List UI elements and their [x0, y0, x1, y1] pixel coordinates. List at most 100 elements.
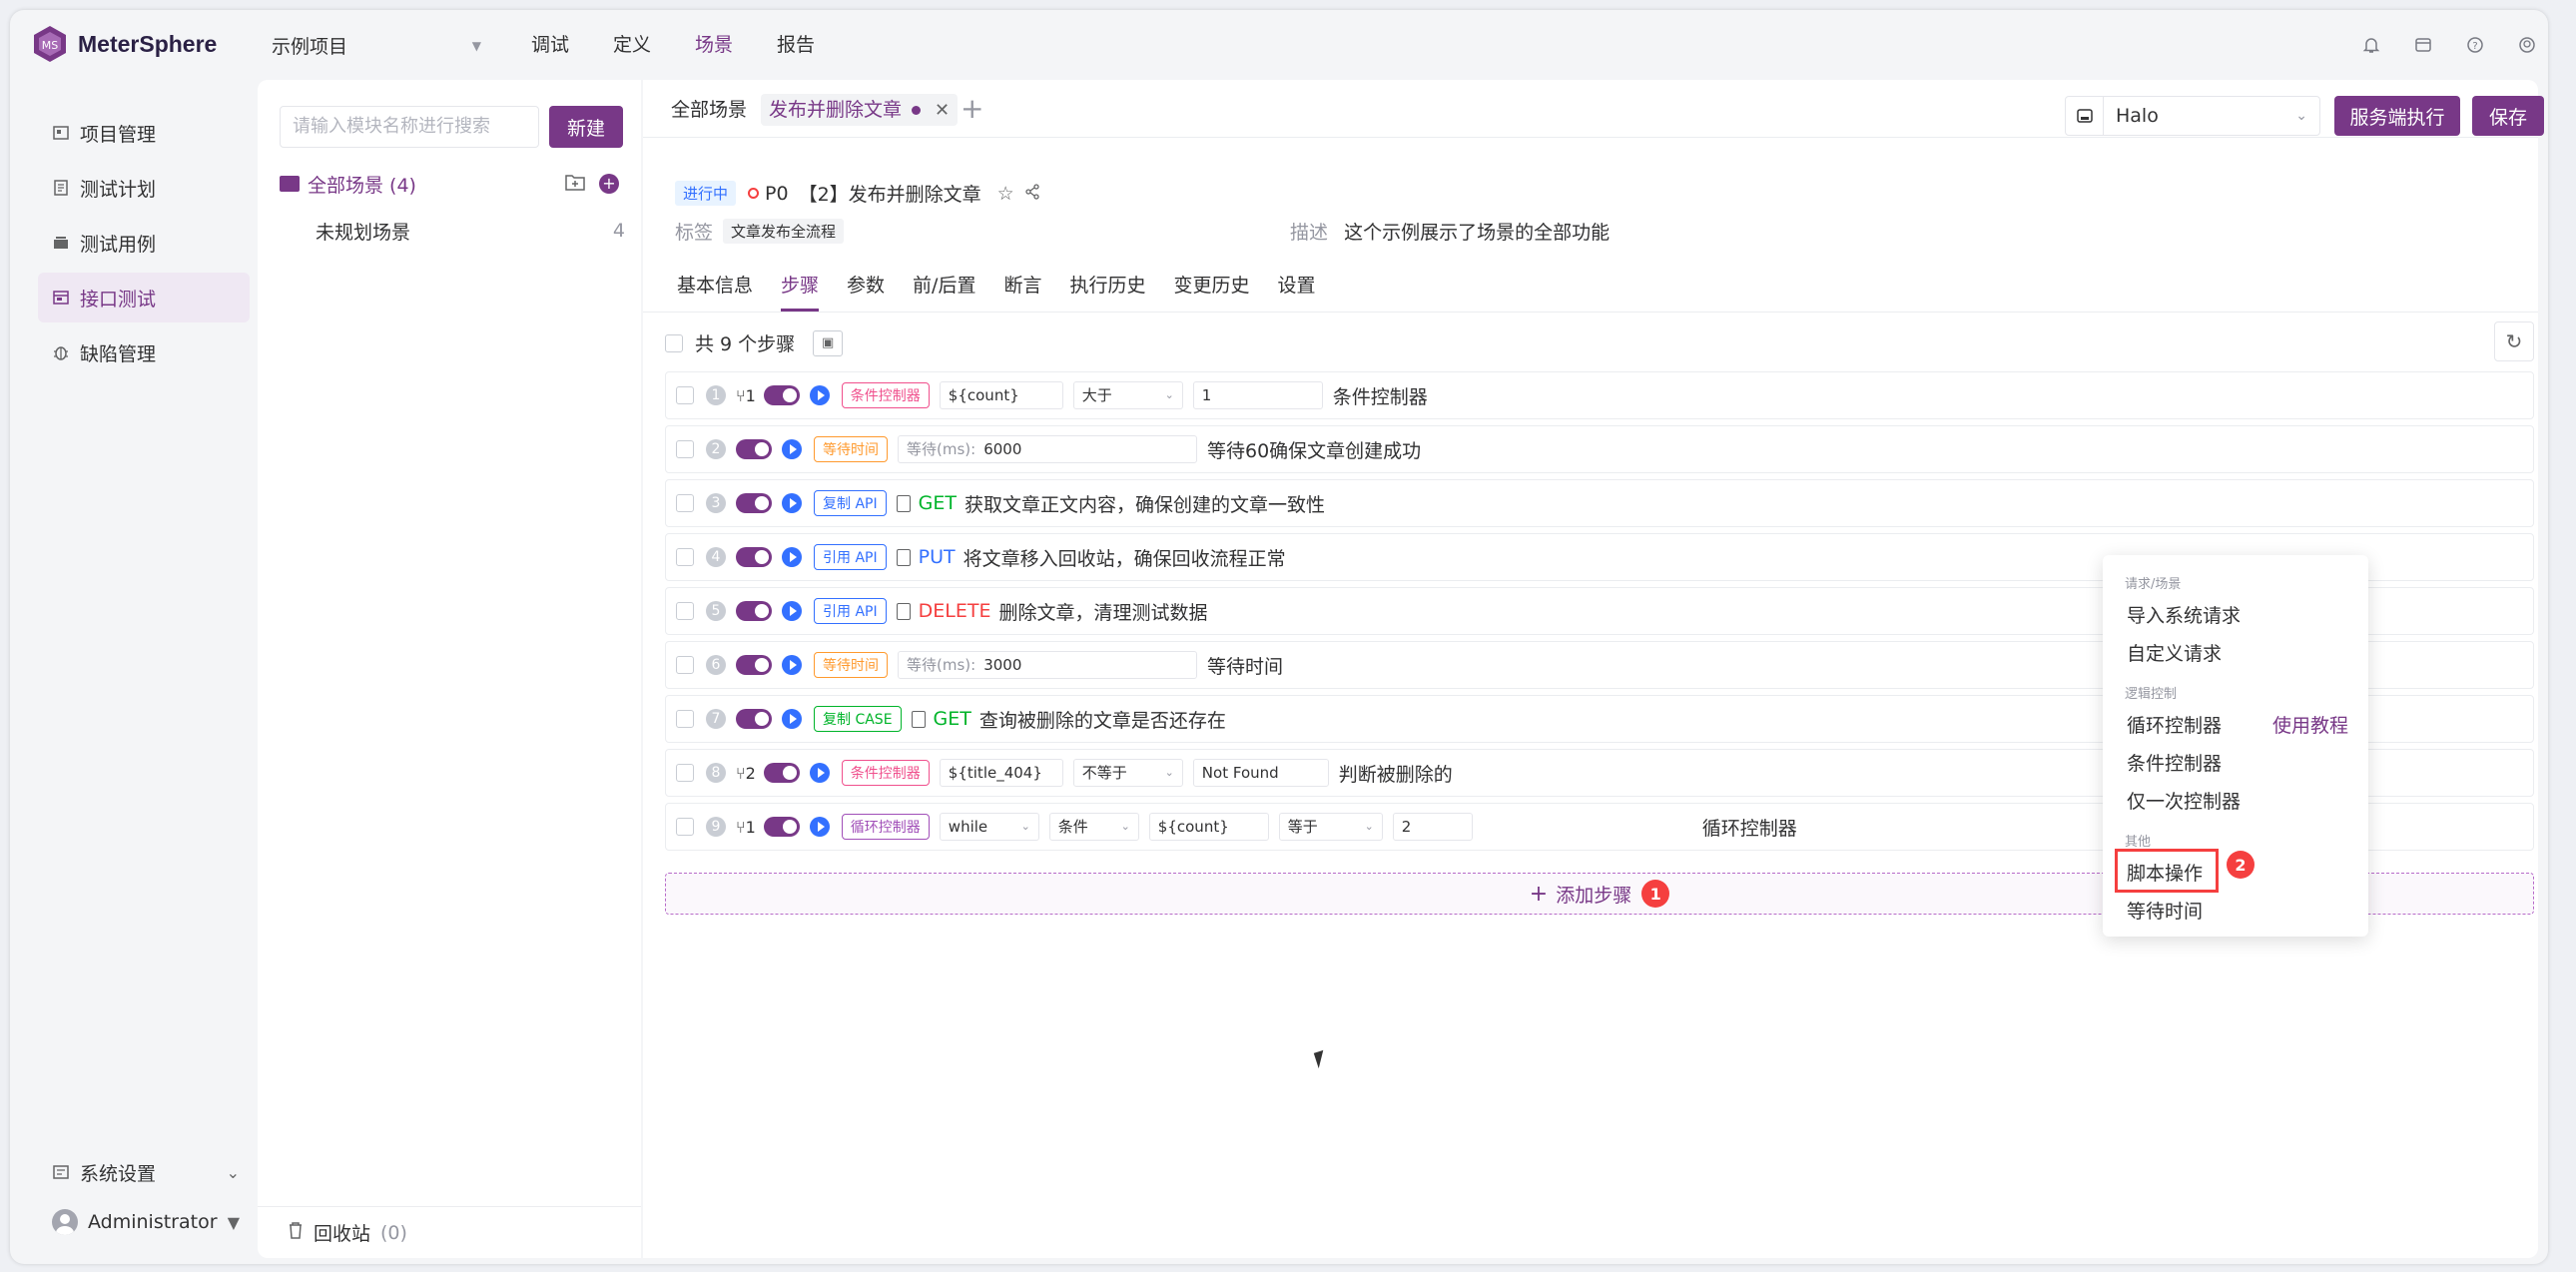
task-center-icon[interactable] — [2412, 34, 2434, 56]
loop-condition-select[interactable]: 条件 ⌄ — [1048, 813, 1139, 841]
environment-select[interactable]: Halo ⌄ — [2065, 96, 2320, 136]
sidebar-item-test-case[interactable]: 测试用例 — [38, 218, 250, 268]
close-icon[interactable]: ✕ — [935, 100, 950, 121]
operator-select[interactable]: 不等于 ⌄ — [1072, 759, 1183, 787]
star-icon[interactable]: ☆ — [997, 183, 1014, 205]
play-icon[interactable] — [782, 709, 802, 729]
tab-steps[interactable]: 步骤 — [767, 266, 833, 312]
step-checkbox[interactable] — [676, 386, 694, 404]
sidebar-item-project[interactable]: 项目管理 — [38, 108, 250, 158]
menu-item-script[interactable]: 脚本操作 — [2127, 859, 2203, 886]
step-row[interactable]: 3 复制 API GET 获取文章正文内容，确保创建的文章一致性 — [665, 479, 2534, 527]
condition-value-input[interactable]: 1 — [1192, 381, 1323, 409]
step-row[interactable]: 2 等待时间 等待(ms): 6000 等待60确保文章创建成功 — [665, 425, 2534, 473]
menu-item-wait-time[interactable]: 等待时间 — [2127, 897, 2203, 924]
step-checkbox[interactable] — [676, 818, 694, 836]
play-icon[interactable] — [809, 817, 830, 837]
menu-item-once-controller[interactable]: 仅一次控制器 — [2127, 787, 2241, 814]
tab-params[interactable]: 参数 — [833, 266, 899, 312]
nav-scenario[interactable]: 场景 — [673, 10, 755, 80]
play-icon[interactable] — [782, 493, 802, 513]
step-checkbox[interactable] — [676, 494, 694, 512]
tree-node-unplanned[interactable]: 未规划场景 4 — [316, 216, 625, 246]
tab-change-history[interactable]: 变更历史 — [1159, 266, 1263, 312]
loop-value-input[interactable]: 2 — [1392, 813, 1473, 841]
branch-icon[interactable]: ⑂2 — [736, 764, 756, 783]
help-icon[interactable]: ? — [2464, 34, 2486, 56]
loop-type-select[interactable]: while ⌄ — [939, 813, 1039, 841]
image-view-icon[interactable]: ▣ — [813, 329, 844, 356]
refresh-icon[interactable]: ↻ — [2494, 321, 2534, 361]
nav-definition[interactable]: 定义 — [591, 10, 673, 80]
github-icon[interactable] — [2516, 34, 2538, 56]
loop-operator-select[interactable]: 等于 ⌄ — [1278, 813, 1383, 841]
new-button[interactable]: 新建 — [549, 106, 623, 148]
bell-icon[interactable] — [2360, 34, 2382, 56]
step-checkbox[interactable] — [676, 656, 694, 674]
wait-ms-input[interactable]: 等待(ms): 6000 — [898, 435, 1197, 463]
branch-icon[interactable]: ⑂1 — [736, 386, 756, 405]
module-search-input[interactable]: 请输入模块名称进行搜索 — [280, 106, 539, 148]
play-icon[interactable] — [809, 385, 830, 405]
wait-ms-input[interactable]: 等待(ms): 3000 — [898, 651, 1197, 679]
step-number: 3 — [706, 493, 726, 513]
server-run-button[interactable]: 服务端执行 — [2334, 96, 2460, 136]
add-scenario-icon[interactable]: + — [599, 174, 619, 194]
nav-report[interactable]: 报告 — [755, 10, 837, 80]
condition-variable-input[interactable]: ${title_404} — [939, 759, 1063, 787]
tree-node-all-scenarios[interactable]: 全部场景 (4) + — [280, 166, 619, 202]
step-row[interactable]: 1 ⑂1 条件控制器 ${count} 大于 ⌄ 1 条件控制器 — [665, 371, 2534, 419]
tutorial-link[interactable]: 使用教程 — [2272, 711, 2348, 738]
step-checkbox[interactable] — [676, 602, 694, 620]
tab-assertions[interactable]: 断言 — [989, 266, 1055, 312]
step-checkbox[interactable] — [676, 710, 694, 728]
step-enable-toggle[interactable] — [736, 601, 772, 621]
step-enable-toggle[interactable] — [736, 709, 772, 729]
tab-settings[interactable]: 设置 — [1264, 266, 1330, 312]
step-enable-toggle[interactable] — [736, 547, 772, 567]
tab-all-scenarios[interactable]: 全部场景 — [663, 94, 755, 126]
project-select[interactable]: 示例项目 ▼ — [272, 32, 481, 59]
step-checkbox[interactable] — [676, 764, 694, 782]
menu-item-custom-request[interactable]: 自定义请求 — [2127, 639, 2222, 666]
sidebar-item-test-plan[interactable]: 测试计划 — [38, 163, 250, 213]
tab-basic-info[interactable]: 基本信息 — [663, 266, 767, 312]
tab-pre-post[interactable]: 前/后置 — [899, 266, 989, 312]
play-icon[interactable] — [782, 547, 802, 567]
sidebar-item-api-test[interactable]: 接口测试 — [38, 273, 250, 322]
save-button[interactable]: 保存 — [2472, 96, 2544, 136]
sidebar-system-settings[interactable]: 系统设置 ⌄ — [38, 1150, 250, 1194]
step-enable-toggle[interactable] — [763, 385, 800, 405]
menu-group-request: 请求/场景 — [2125, 577, 2182, 592]
play-icon[interactable] — [782, 655, 802, 675]
add-tab-icon[interactable]: + — [961, 92, 983, 125]
step-enable-toggle[interactable] — [763, 817, 800, 837]
nav-debug[interactable]: 调试 — [509, 10, 591, 80]
desc-text: 这个示例展示了场景的全部功能 — [1344, 222, 1610, 244]
sidebar-item-bug[interactable]: 缺陷管理 — [38, 327, 250, 377]
menu-item-loop-controller[interactable]: 循环控制器 — [2127, 711, 2222, 738]
recycle-bin[interactable]: 回收站 (0) — [258, 1206, 641, 1258]
add-folder-icon[interactable] — [565, 173, 585, 196]
tab-current-scenario[interactable]: 发布并删除文章 ✕ — [761, 94, 959, 126]
branch-icon[interactable]: ⑂1 — [736, 818, 756, 837]
play-icon[interactable] — [809, 763, 830, 783]
menu-item-condition-controller[interactable]: 条件控制器 — [2127, 749, 2222, 776]
step-checkbox[interactable] — [676, 548, 694, 566]
condition-variable-input[interactable]: ${count} — [939, 381, 1063, 409]
step-enable-toggle[interactable] — [736, 439, 772, 459]
play-icon[interactable] — [782, 601, 802, 621]
step-enable-toggle[interactable] — [736, 655, 772, 675]
play-icon[interactable] — [782, 439, 802, 459]
step-checkbox[interactable] — [676, 440, 694, 458]
condition-value-input[interactable]: Not Found — [1192, 759, 1329, 787]
share-icon[interactable] — [1024, 183, 1040, 205]
tab-exec-history[interactable]: 执行历史 — [1055, 266, 1159, 312]
step-enable-toggle[interactable] — [736, 493, 772, 513]
step-enable-toggle[interactable] — [763, 763, 800, 783]
menu-item-import-request[interactable]: 导入系统请求 — [2127, 601, 2241, 628]
operator-select[interactable]: 大于 ⌄ — [1072, 381, 1183, 409]
select-all-checkbox[interactable] — [665, 333, 683, 352]
user-menu[interactable]: Administrator ▼ — [38, 1200, 250, 1244]
loop-variable-input[interactable]: ${count} — [1148, 813, 1269, 841]
